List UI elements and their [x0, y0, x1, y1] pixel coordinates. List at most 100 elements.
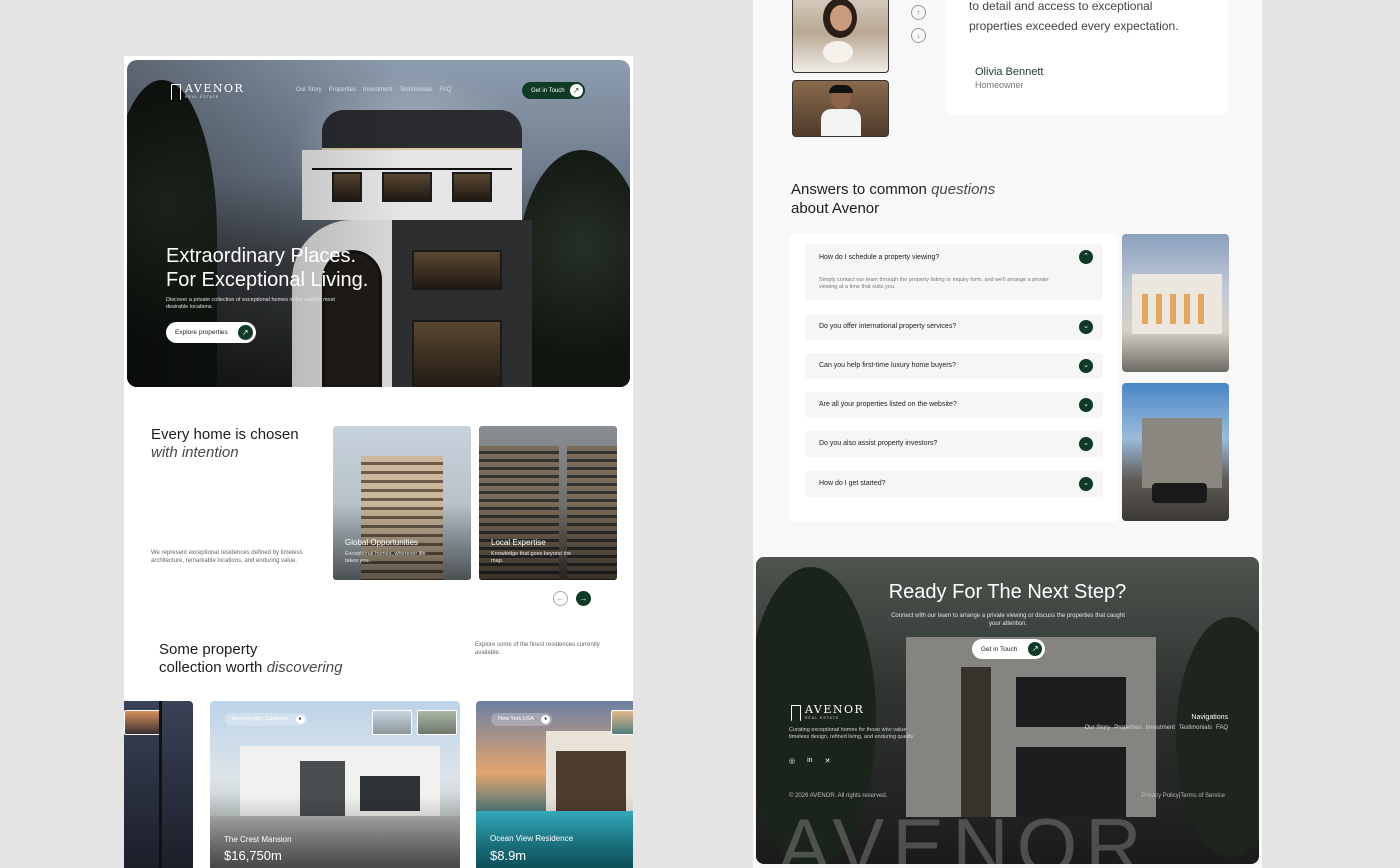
carousel-next-button[interactable]: → — [576, 591, 591, 606]
footer-watermark: AVENOR — [778, 802, 1150, 864]
faq-question: Do you offer international property serv… — [819, 323, 957, 330]
terms-of-service-link[interactable]: Terms of Service — [1180, 793, 1225, 799]
chevron-down-icon[interactable]: ⌄ — [1079, 398, 1093, 412]
footer-link-faq[interactable]: FAQ — [1216, 725, 1228, 731]
brand-logo[interactable]: AVENOR REAL ESTATE — [171, 82, 244, 100]
chevron-down-icon[interactable]: ⌄ — [1079, 359, 1093, 373]
property-thumbnail[interactable] — [417, 710, 457, 735]
property-card-partial[interactable] — [124, 701, 193, 868]
social-links: ◎ in ✕ — [789, 757, 830, 765]
building-logo-icon — [171, 84, 181, 100]
intro-title-line2: with intention — [151, 444, 239, 461]
nav-link-our-story[interactable]: Our Story — [296, 87, 322, 93]
carousel-prev-button[interactable]: ← — [553, 591, 568, 606]
x-icon[interactable]: ✕ — [825, 757, 831, 765]
footer-link-testimonials[interactable]: Testimonials — [1179, 725, 1212, 731]
explore-properties-button[interactable]: Explore properties ↗ — [166, 322, 256, 343]
location-tag: New York,USA ● — [491, 713, 553, 726]
brand-tagline: REAL ESTATE — [185, 95, 220, 99]
property-thumbnail[interactable] — [611, 710, 633, 735]
get-in-touch-label: Get in Touch — [531, 87, 565, 94]
property-card-ocean-view[interactable]: New York,USA ● Ocean View Residence $8.9… — [476, 701, 633, 868]
nav-link-testimonials[interactable]: Testimonials — [399, 87, 432, 93]
faq-item[interactable]: Are all your properties listed on the we… — [805, 392, 1103, 418]
top-navigation: AVENOR REAL ESTATE Our Story Properties … — [127, 82, 630, 102]
property-name: The Crest Mansion — [224, 835, 292, 844]
cta-get-in-touch-button[interactable]: Get in Touch ↗ — [972, 639, 1046, 659]
collection-description: Explore some of the finest residences cu… — [475, 642, 600, 656]
testimonial-card: to detail and access to exceptional prop… — [945, 0, 1228, 115]
faq-image-modern-house — [1122, 383, 1229, 521]
landing-page-right: ↑ ↓ to detail and access to exceptional … — [753, 0, 1262, 868]
intro-title-line1: Every home is chosen — [151, 426, 299, 443]
footer-link-investment[interactable]: Investment — [1146, 725, 1175, 731]
card-subtitle: Knowledge that goes beyond the map. — [491, 551, 572, 564]
faq-item[interactable]: Do you offer international property serv… — [805, 314, 1103, 340]
chevron-up-icon[interactable]: ⌃ — [1079, 250, 1093, 264]
intro-description: We represent exceptional residences defi… — [151, 550, 303, 564]
explore-properties-label: Explore properties — [175, 329, 228, 336]
property-price: $8.9m — [490, 848, 527, 863]
hero-title-line2: For Exceptional Living. — [166, 269, 369, 291]
hero-title: Extraordinary Places. For Exceptional Li… — [166, 244, 368, 292]
arrow-up-right-icon: ↗ — [237, 325, 253, 340]
testimonial-quote: to detail and access to exceptional prop… — [969, 0, 1179, 33]
brand-name: AVENOR — [185, 82, 245, 95]
faq-item[interactable]: How do I get started? ⌄ — [805, 471, 1103, 497]
faq-list: How do I schedule a property viewing? ⌃ … — [789, 234, 1119, 522]
footer-description: Curating exceptional homes for those who… — [789, 727, 915, 740]
footer-link-our-story[interactable]: Our Story — [1085, 725, 1111, 731]
arrow-up-right-icon: ↗ — [569, 84, 583, 97]
faq-item[interactable]: Do you also assist property investors? ⌄ — [805, 431, 1103, 457]
location-tag: Beverly Hills, California ● — [225, 713, 307, 726]
location-text: New York,USA — [498, 716, 535, 722]
get-in-touch-button[interactable]: Get in Touch ↗ — [522, 82, 585, 99]
card-global-opportunities[interactable]: Global Opportunities Exceptional homes, … — [333, 426, 471, 580]
property-name: Ocean View Residence — [490, 834, 574, 843]
collection-title-line2: collection worth — [159, 659, 263, 676]
testimonial-name: Olivia Bennett — [975, 66, 1044, 78]
hero-subtitle: Discover a private collection of excepti… — [166, 297, 335, 310]
faq-title-line1: Answers to common — [791, 181, 927, 198]
testimonial-avatar-man[interactable] — [792, 80, 889, 137]
faq-title: Answers to common questions about Avenor — [791, 180, 995, 218]
property-thumbnail[interactable] — [124, 710, 162, 735]
property-thumbnail[interactable] — [372, 710, 412, 735]
testimonial-down-button[interactable]: ↓ — [911, 28, 926, 43]
linkedin-icon[interactable]: in — [807, 757, 812, 765]
nav-link-faq[interactable]: FAQ — [439, 87, 451, 93]
cta-subtitle: Connect with our team to arrange a priva… — [891, 613, 1125, 627]
nav-link-properties[interactable]: Properties — [329, 87, 356, 93]
testimonial-up-button[interactable]: ↑ — [911, 5, 926, 20]
faq-answer: Simply contact our team through the prop… — [819, 277, 1049, 290]
landing-page-left: AVENOR REAL ESTATE Our Story Properties … — [124, 56, 633, 868]
nav-links: Our Story Properties Investment Testimon… — [296, 87, 458, 93]
cta-title: Ready For The Next Step? — [888, 581, 1127, 603]
hero-title-line1: Extraordinary Places. — [166, 245, 357, 267]
copyright-text: © 2026 AVENOR. All rights reserved. — [789, 793, 888, 799]
card-local-expertise[interactable]: Local Expertise Knowledge that goes beyo… — [479, 426, 617, 580]
arrow-up-right-icon: ↗ — [1028, 642, 1043, 656]
chevron-down-icon[interactable]: ⌄ — [1079, 320, 1093, 334]
chevron-down-icon[interactable]: ⌄ — [1079, 437, 1093, 451]
chevron-down-icon[interactable]: ⌄ — [1079, 477, 1093, 491]
card-title: Global Opportunities — [345, 538, 418, 547]
privacy-policy-link[interactable]: Privacy Policy — [1141, 793, 1178, 799]
testimonial-avatar-woman[interactable] — [792, 0, 889, 73]
brand-name: AVENOR — [805, 703, 865, 716]
nav-link-investment[interactable]: Investment — [363, 87, 392, 93]
brand-tagline: REAL ESTATE — [805, 716, 840, 720]
faq-item[interactable]: Can you help first-time luxury home buye… — [805, 353, 1103, 379]
testimonial-role: Homeowner — [975, 80, 1024, 90]
instagram-icon[interactable]: ◎ — [789, 757, 795, 765]
card-subtitle: Exceptional homes, wherever life takes y… — [345, 551, 426, 564]
property-card-crest-mansion[interactable]: Beverly Hills, California ● The Crest Ma… — [210, 701, 460, 868]
location-text: Beverly Hills, California — [232, 716, 289, 722]
footer-logo[interactable]: AVENOR REAL ESTATE — [791, 703, 864, 721]
faq-question: Do you also assist property investors? — [819, 440, 938, 447]
faq-question: How do I get started? — [819, 480, 886, 487]
faq-title-line2: about Avenor — [791, 200, 880, 217]
faq-item-open[interactable]: How do I schedule a property viewing? ⌃ … — [805, 244, 1103, 300]
footer-nav: Our Story Properties Investment Testimon… — [1085, 725, 1228, 731]
footer-link-properties[interactable]: Properties — [1114, 725, 1141, 731]
